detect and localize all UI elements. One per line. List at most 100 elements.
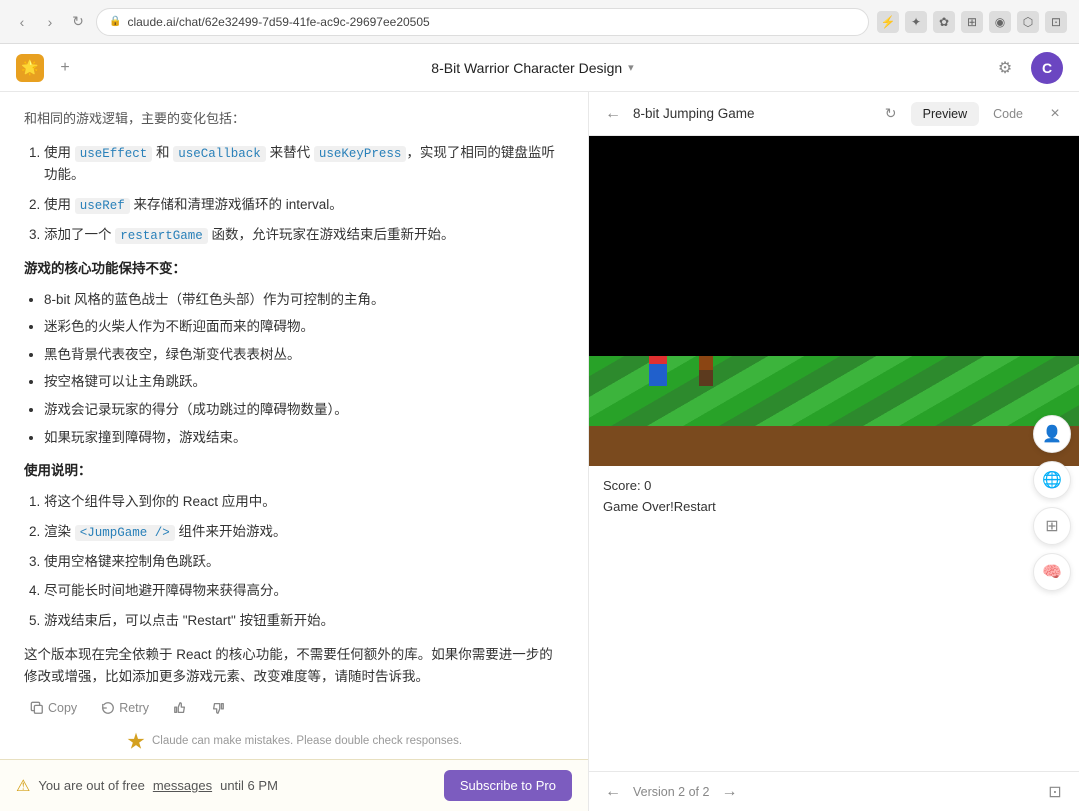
steps-list: 使用 useEffect 和 useCallback 来替代 useKeyPre… bbox=[24, 142, 564, 246]
copy-icon bbox=[30, 701, 44, 715]
header-left: 🌟 + bbox=[16, 54, 76, 82]
panel-title: 8-bit Jumping Game bbox=[633, 106, 871, 121]
panel-back-icon: ← bbox=[605, 105, 621, 123]
feature-item: 如果玩家撞到障碍物，游戏结束。 bbox=[44, 427, 564, 449]
free-tier-warning: ⚠ You are out of free messages until 6 P… bbox=[0, 759, 588, 811]
features-list: 8-bit 风格的蓝色战士（带红色头部）作为可控制的主角。 迷彩色的火柴人作为不… bbox=[24, 289, 564, 449]
free-tier-text-before: You are out of free bbox=[38, 778, 145, 793]
chat-bottom: Claude can make mistakes. Please double … bbox=[0, 727, 588, 759]
float-avatar-button[interactable]: 👤 bbox=[1033, 415, 1071, 453]
browser-forward-btn[interactable]: › bbox=[40, 12, 60, 32]
new-chat-icon: + bbox=[60, 59, 69, 77]
disclaimer-row: Claude can make mistakes. Please double … bbox=[0, 727, 588, 759]
sky-area bbox=[589, 136, 1079, 356]
list-item: 渲染 <JumpGame /> 组件来开始游戏。 bbox=[44, 521, 564, 543]
player-character bbox=[649, 356, 667, 386]
toolbar-ext-2[interactable]: ✦ bbox=[905, 11, 927, 33]
right-panel: ← 8-bit Jumping Game ↻ Preview Code × bbox=[589, 92, 1079, 811]
claude-logo bbox=[126, 731, 146, 751]
thumbs-down-button[interactable] bbox=[205, 697, 231, 719]
toolbar-ext-7[interactable]: ⊡ bbox=[1045, 11, 1067, 33]
dirt-layer bbox=[589, 426, 1079, 466]
float-brain-button[interactable]: 🧠 bbox=[1033, 553, 1071, 591]
code-useCallback: useCallback bbox=[173, 146, 266, 162]
message-actions: Copy Retry bbox=[0, 689, 588, 727]
game-preview: Score: 0 Game Over!Restart bbox=[589, 136, 1079, 771]
list-item: 游戏结束后，可以点击 "Restart" 按钮重新开始。 bbox=[44, 610, 564, 632]
chat-panel: 和相同的游戏逻辑，主要的变化包括： 使用 useEffect 和 useCall… bbox=[0, 92, 589, 811]
feature-item: 迷彩色的火柴人作为不断迎面而来的障碍物。 bbox=[44, 316, 564, 338]
browser-refresh-btn[interactable]: ↻ bbox=[68, 12, 88, 32]
copy-label: Copy bbox=[48, 701, 77, 715]
project-title: 8-Bit Warrior Character Design bbox=[431, 60, 622, 76]
list-item: 添加了一个 restartGame 函数，允许玩家在游戏结束后重新开始。 bbox=[44, 224, 564, 246]
tab-code[interactable]: Code bbox=[981, 102, 1035, 126]
list-item: 使用空格键来控制角色跳跃。 bbox=[44, 551, 564, 573]
browser-bar: ‹ › ↻ 🔒 claude.ai/chat/62e32499-7d59-41f… bbox=[0, 0, 1079, 44]
panel-tabs: Preview Code bbox=[911, 102, 1035, 126]
header-center: 8-Bit Warrior Character Design ▾ bbox=[431, 60, 633, 76]
character-body bbox=[649, 364, 667, 386]
subscribe-button[interactable]: Subscribe to Pro bbox=[444, 770, 572, 801]
panel-nav-forward-button[interactable]: → bbox=[717, 780, 741, 804]
feature-item: 游戏会记录玩家的得分（成功跳过的障碍物数量）。 bbox=[44, 399, 564, 421]
game-canvas bbox=[589, 136, 1079, 466]
toolbar-ext-6[interactable]: ⬡ bbox=[1017, 11, 1039, 33]
panel-header: ← 8-bit Jumping Game ↻ Preview Code × bbox=[589, 92, 1079, 136]
settings-button[interactable]: ⚙ bbox=[989, 52, 1021, 84]
retry-icon bbox=[101, 701, 115, 715]
toolbar-ext-3[interactable]: ✿ bbox=[933, 11, 955, 33]
chevron-down-icon[interactable]: ▾ bbox=[628, 61, 634, 74]
code-restartGame: restartGame bbox=[115, 228, 208, 244]
copy-button[interactable]: Copy bbox=[24, 697, 83, 719]
logo-emoji: 🌟 bbox=[21, 59, 38, 76]
features-title: 游戏的核心功能保持不变： bbox=[24, 258, 564, 281]
toolbar-ext-1[interactable]: ⚡ bbox=[877, 11, 899, 33]
browser-back-btn[interactable]: ‹ bbox=[12, 12, 32, 32]
code-useRef: useRef bbox=[75, 198, 130, 214]
panel-nav-back-button[interactable]: ← bbox=[601, 780, 625, 804]
disclaimer-text: Claude can make mistakes. Please double … bbox=[152, 735, 462, 747]
feature-item: 黑色背景代表夜空，绿色渐变代表表树丛。 bbox=[44, 344, 564, 366]
float-translate-button[interactable]: 🌐 bbox=[1033, 461, 1071, 499]
warning-icon: ⚠ bbox=[16, 776, 30, 796]
app-header: 🌟 + 8-Bit Warrior Character Design ▾ ⚙ C bbox=[0, 44, 1079, 92]
panel-expand-button[interactable]: ⊡ bbox=[1043, 780, 1067, 804]
free-tier-left: ⚠ You are out of free messages until 6 P… bbox=[16, 776, 278, 796]
retry-button[interactable]: Retry bbox=[95, 697, 155, 719]
thumbs-up-button[interactable] bbox=[167, 697, 193, 719]
header-right: ⚙ C bbox=[989, 52, 1063, 84]
toolbar-ext-4[interactable]: ⊞ bbox=[961, 11, 983, 33]
panel-bottom-nav: ← Version 2 of 2 → ⊡ bbox=[589, 771, 1079, 811]
panel-refresh-button[interactable]: ↻ bbox=[879, 102, 903, 126]
panel-back-button[interactable]: ← bbox=[601, 102, 625, 126]
url-text: claude.ai/chat/62e32499-7d59-41fe-ac9c-2… bbox=[127, 15, 429, 29]
obstacle-top bbox=[699, 356, 713, 370]
user-avatar: C bbox=[1031, 52, 1063, 84]
chat-message: 和相同的游戏逻辑，主要的变化包括： 使用 useEffect 和 useCall… bbox=[24, 108, 564, 689]
feature-item: 8-bit 风格的蓝色战士（带红色头部）作为可控制的主角。 bbox=[44, 289, 564, 311]
intro-text: 和相同的游戏逻辑，主要的变化包括： bbox=[24, 108, 564, 130]
score-text: Score: 0 bbox=[603, 476, 1065, 497]
messages-link[interactable]: messages bbox=[153, 778, 212, 793]
main-content: 和相同的游戏逻辑，主要的变化包括： 使用 useEffect 和 useCall… bbox=[0, 92, 1079, 811]
floating-buttons: 👤 🌐 ⊞ 🧠 bbox=[1033, 415, 1071, 591]
retry-label: Retry bbox=[119, 701, 149, 715]
panel-close-button[interactable]: × bbox=[1043, 102, 1067, 126]
chat-scroll[interactable]: 和相同的游戏逻辑，主要的变化包括： 使用 useEffect 和 useCall… bbox=[0, 92, 588, 689]
address-bar[interactable]: 🔒 claude.ai/chat/62e32499-7d59-41fe-ac9c… bbox=[96, 8, 869, 36]
toolbar-ext-5[interactable]: ◉ bbox=[989, 11, 1011, 33]
character-head bbox=[649, 356, 667, 364]
game-status: Score: 0 Game Over!Restart bbox=[589, 466, 1079, 528]
code-useEffect: useEffect bbox=[75, 146, 153, 162]
closing-text: 这个版本现在完全依赖于 React 的核心功能，不需要任何额外的库。如果你需要进… bbox=[24, 644, 564, 690]
usage-title: 使用说明： bbox=[24, 460, 564, 483]
new-chat-button[interactable]: + bbox=[54, 57, 76, 79]
free-tier-text-after: until 6 PM bbox=[220, 778, 278, 793]
tab-preview[interactable]: Preview bbox=[911, 102, 979, 126]
list-item: 尽可能长时间地避开障碍物来获得高分。 bbox=[44, 580, 564, 602]
list-item: 使用 useRef 来存储和清理游戏循环的 interval。 bbox=[44, 194, 564, 216]
app-logo: 🌟 bbox=[16, 54, 44, 82]
feature-item: 按空格键可以让主角跳跃。 bbox=[44, 371, 564, 393]
float-expand-button[interactable]: ⊞ bbox=[1033, 507, 1071, 545]
